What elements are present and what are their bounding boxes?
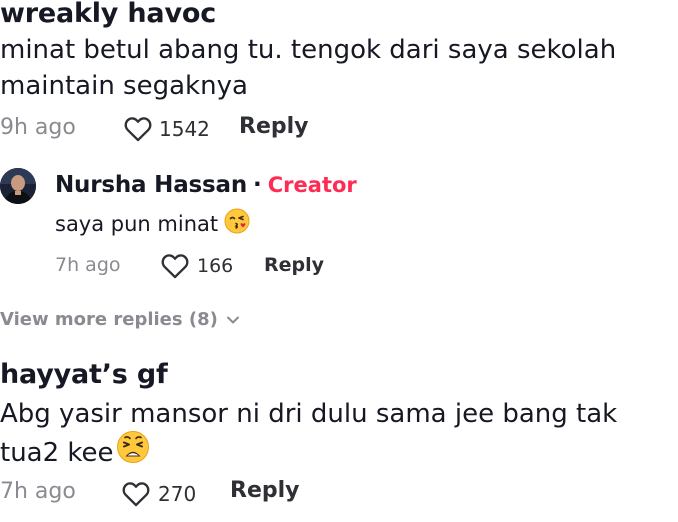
chevron-down-icon xyxy=(226,309,240,330)
view-more-replies-button[interactable]: View more replies (8) xyxy=(0,309,240,330)
reply-button[interactable]: Reply xyxy=(264,254,324,276)
comment-text-row: tua2 kee xyxy=(0,430,150,476)
like-button[interactable]: 270 xyxy=(122,481,196,507)
kissing-face-emoji xyxy=(224,208,250,239)
comment-text: tua2 kee xyxy=(0,437,114,468)
comment-timestamp: 9h ago xyxy=(0,115,76,140)
like-button[interactable]: 1542 xyxy=(124,116,210,142)
reply-button[interactable]: Reply xyxy=(239,114,309,139)
creator-badge: Creator xyxy=(267,173,357,197)
like-button[interactable]: 166 xyxy=(161,253,233,279)
comments-panel: wreakly havoc minat betul abang tu. teng… xyxy=(0,0,678,522)
comment-timestamp: 7h ago xyxy=(0,479,76,504)
comment-username[interactable]: hayyat’s gf xyxy=(0,359,168,390)
separator: · xyxy=(253,172,262,198)
heart-icon xyxy=(161,253,189,279)
avatar[interactable] xyxy=(0,168,36,204)
view-more-label: View more replies (8) xyxy=(0,309,218,330)
like-count: 270 xyxy=(158,482,197,506)
reply-text-row: saya pun minat xyxy=(55,208,250,239)
comment-text: maintain segaknya xyxy=(0,71,248,101)
heart-icon xyxy=(122,481,150,507)
reply-timestamp: 7h ago xyxy=(55,254,121,276)
reply-text: saya pun minat xyxy=(55,211,219,236)
heart-icon xyxy=(124,116,152,142)
reply-button[interactable]: Reply xyxy=(230,478,300,503)
reply-username[interactable]: Nursha Hassan xyxy=(55,172,247,198)
comment-username[interactable]: wreakly havoc xyxy=(0,0,216,29)
comment-text: Abg yasir mansor ni dri dulu sama jee ba… xyxy=(0,399,618,429)
like-count: 166 xyxy=(197,255,234,277)
comment-text: minat betul abang tu. tengok dari saya s… xyxy=(0,35,617,65)
like-count: 1542 xyxy=(159,117,210,141)
weary-face-emoji xyxy=(116,430,150,476)
reply-header: Nursha Hassan · Creator xyxy=(55,172,357,198)
